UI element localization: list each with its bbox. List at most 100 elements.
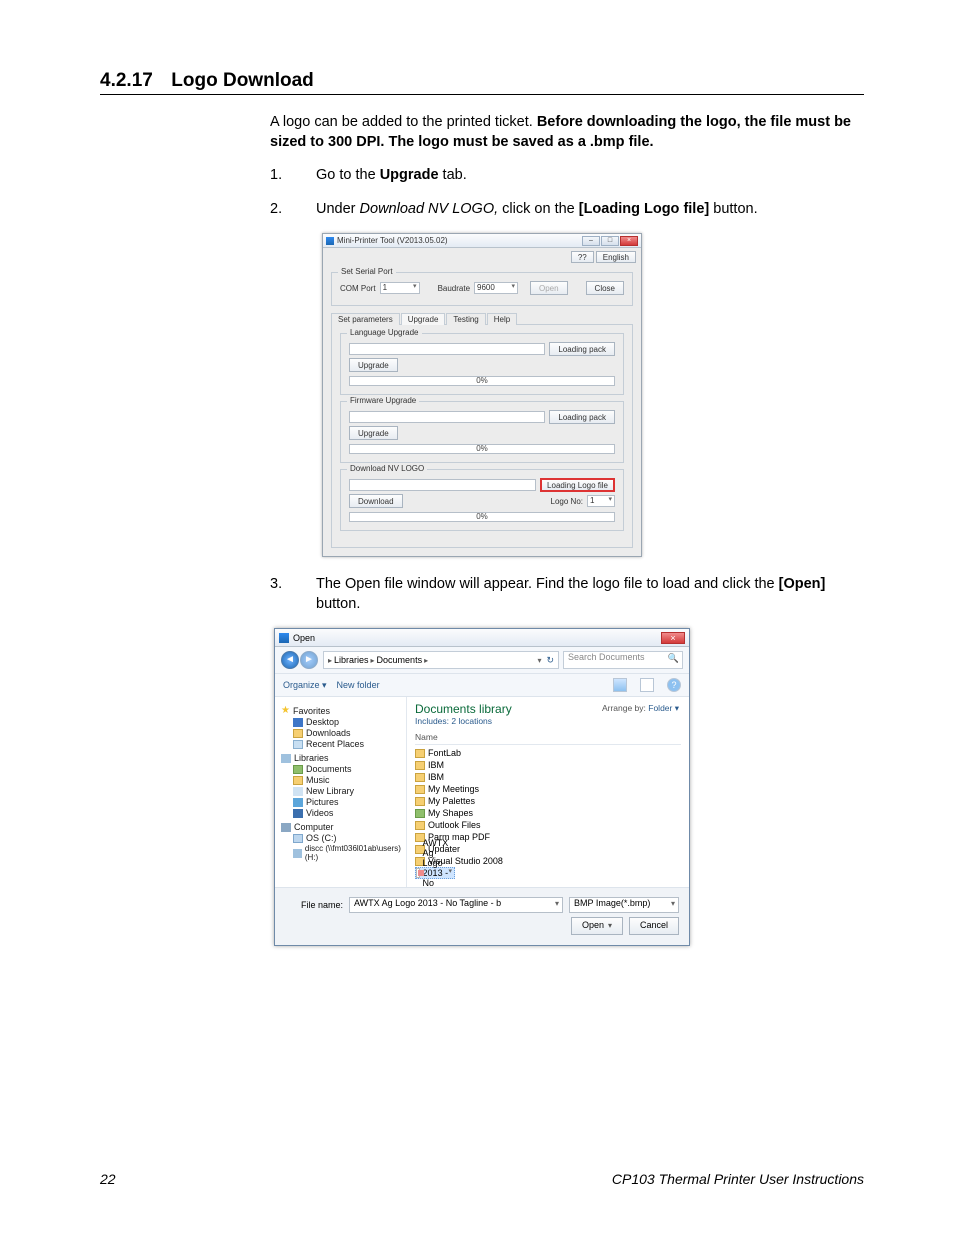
open-port-button[interactable]: Open — [530, 281, 568, 295]
cancel-button[interactable]: Cancel — [629, 917, 679, 935]
close-button[interactable]: × — [620, 236, 638, 246]
logo-no-select[interactable]: 1 — [587, 495, 615, 507]
help-icon[interactable]: ? — [667, 678, 681, 692]
lang-english-button[interactable]: English — [596, 251, 636, 263]
new-folder-button[interactable]: New folder — [337, 680, 380, 690]
nav-recent[interactable]: Recent Places — [293, 739, 404, 749]
maximize-button[interactable]: □ — [601, 236, 619, 246]
arrange-by[interactable]: Arrange by: Folder ▾ — [602, 703, 679, 714]
baudrate-select[interactable]: 9600 — [474, 282, 518, 294]
tab-testing[interactable]: Testing — [446, 313, 485, 325]
nav-os-c[interactable]: OS (C:) — [293, 833, 404, 843]
file-name: IBM — [428, 772, 444, 782]
language-upgrade-button[interactable]: Upgrade — [349, 358, 398, 372]
nav-videos[interactable]: Videos — [293, 808, 404, 818]
list-item[interactable]: FontLab — [415, 747, 681, 759]
dialog-close-button[interactable]: × — [661, 632, 685, 644]
nav-label: Desktop — [306, 717, 339, 727]
nav-pictures[interactable]: Pictures — [293, 797, 404, 807]
search-input[interactable]: Search Documents — [563, 651, 683, 669]
list-item[interactable]: IBM — [415, 759, 681, 771]
download-logo-button[interactable]: Download — [349, 494, 403, 508]
filename-input[interactable]: AWTX Ag Logo 2013 - No Tagline - b — [349, 897, 563, 913]
list-item[interactable]: Outlook Files — [415, 819, 681, 831]
folder-icon — [415, 809, 425, 818]
nav-computer-header[interactable]: Computer — [281, 822, 404, 832]
list-item[interactable]: IBM — [415, 771, 681, 783]
minimize-button[interactable]: – — [582, 236, 600, 246]
chevron-right-icon: ▸ — [371, 656, 375, 665]
open-button[interactable]: Open — [571, 917, 623, 935]
logo-file-path[interactable] — [349, 479, 536, 491]
filetype-filter[interactable]: BMP Image(*.bmp) — [569, 897, 679, 913]
folder-icon — [415, 749, 425, 758]
nav-music[interactable]: Music — [293, 775, 404, 785]
filename-label: File name: — [285, 900, 343, 910]
intro-text: A logo can be added to the printed ticke… — [270, 114, 537, 130]
firmware-pack-path[interactable] — [349, 411, 545, 423]
language-progress-label: 0% — [350, 376, 614, 385]
lang-unknown-button[interactable]: ?? — [571, 251, 594, 263]
folder-icon — [415, 821, 425, 830]
list-item[interactable]: Parm map PDF — [415, 831, 681, 843]
nav-favorites-header[interactable]: ★Favorites — [281, 705, 404, 716]
file-name: IBM — [428, 760, 444, 770]
firmware-upgrade-button[interactable]: Upgrade — [349, 426, 398, 440]
music-icon — [293, 776, 303, 785]
nav-label: discc (\\fmt036l01ab\users) (H:) — [305, 844, 404, 862]
folder-icon — [415, 785, 425, 794]
step-3-text: The Open file window will appear. Find t… — [316, 575, 864, 614]
app-icon — [326, 237, 334, 245]
language-upgrade-group: Language Upgrade Loading pack Upgrade 0% — [340, 333, 624, 395]
list-item[interactable]: Visual Studio 2008 — [415, 855, 681, 867]
file-name: AWTX Ag Logo 2013 - No Tagline - black — [423, 838, 454, 887]
list-item[interactable]: Updater — [415, 843, 681, 855]
list-item-selected[interactable]: AWTX Ag Logo 2013 - No Tagline - black — [415, 867, 455, 879]
documents-icon — [293, 765, 303, 774]
section-number: 4.2.17 — [100, 70, 153, 91]
drive-icon — [293, 834, 303, 843]
firmware-loading-pack-button[interactable]: Loading pack — [549, 410, 615, 424]
nav-label: OS (C:) — [306, 833, 337, 843]
breadcrumb-documents[interactable]: Documents — [377, 655, 423, 665]
breadcrumb-libraries[interactable]: Libraries — [334, 655, 369, 665]
section-header: 4.2.17 Logo Download — [100, 70, 864, 95]
column-header-name[interactable]: Name — [415, 730, 681, 745]
tab-help[interactable]: Help — [487, 313, 517, 325]
loading-pack-button[interactable]: Loading pack — [549, 342, 615, 356]
list-item[interactable]: My Shapes — [415, 807, 681, 819]
firmware-upgrade-legend: Firmware Upgrade — [347, 396, 419, 405]
loading-logo-file-button[interactable]: Loading Logo file — [540, 478, 615, 492]
firmware-progress: 0% — [349, 444, 615, 454]
list-item[interactable]: My Palettes — [415, 795, 681, 807]
preview-pane-icon[interactable] — [640, 678, 654, 692]
nav-label: New Library — [306, 786, 354, 796]
nav-new-library[interactable]: New Library — [293, 786, 404, 796]
com-port-select[interactable]: 1 — [380, 282, 420, 294]
list-item[interactable]: My Meetings — [415, 783, 681, 795]
arrange-value: Folder ▾ — [648, 703, 679, 713]
close-port-button[interactable]: Close — [586, 281, 624, 295]
dialog-title: Open — [293, 633, 661, 643]
nav-label: Documents — [306, 764, 352, 774]
forward-button[interactable]: ► — [300, 651, 318, 669]
organize-menu[interactable]: Organize ▾ — [283, 680, 327, 691]
library-icon — [293, 787, 303, 796]
tab-set-parameters[interactable]: Set parameters — [331, 313, 400, 325]
nav-label: Pictures — [306, 797, 339, 807]
nav-label: Libraries — [294, 753, 329, 763]
tab-upgrade[interactable]: Upgrade — [401, 313, 446, 325]
nav-libraries-header[interactable]: Libraries — [281, 753, 404, 763]
nav-downloads[interactable]: Downloads — [293, 728, 404, 738]
view-options-icon[interactable] — [613, 678, 627, 692]
language-pack-path[interactable] — [349, 343, 545, 355]
open-file-dialog: Open × ◄ ► ▸ Libraries ▸ Documents ▸ ▾ ↻… — [274, 628, 690, 946]
nav-desktop[interactable]: Desktop — [293, 717, 404, 727]
step-3-number: 3. — [270, 575, 316, 614]
back-button[interactable]: ◄ — [281, 651, 299, 669]
breadcrumb[interactable]: ▸ Libraries ▸ Documents ▸ ▾ ↻ — [323, 651, 559, 669]
nav-network-drive[interactable]: discc (\\fmt036l01ab\users) (H:) — [293, 844, 404, 862]
t: Download NV LOGO, — [360, 201, 499, 217]
nav-documents[interactable]: Documents — [293, 764, 404, 774]
serial-port-legend: Set Serial Port — [338, 267, 396, 276]
